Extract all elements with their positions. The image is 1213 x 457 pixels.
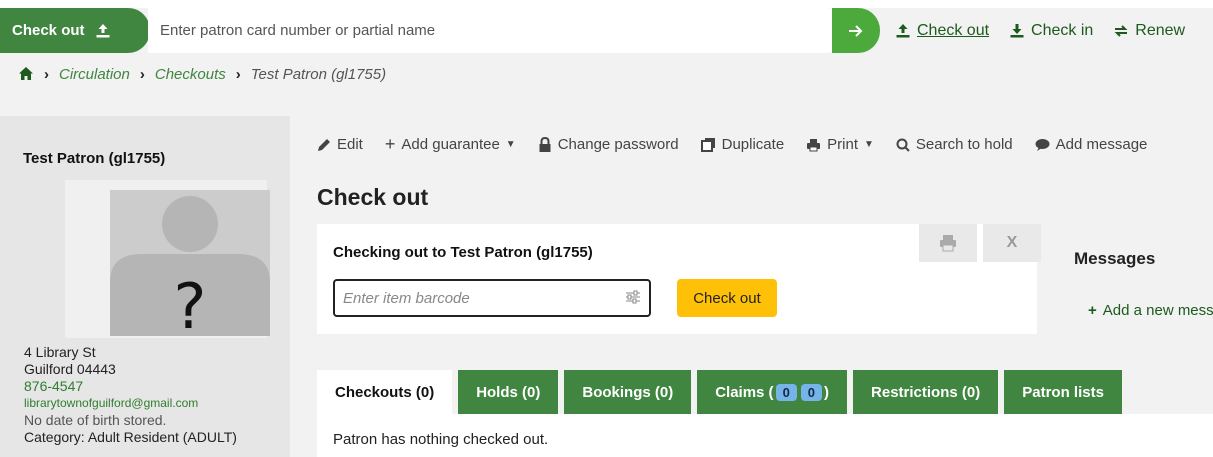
patron-toolbar: Edit + Add guarantee ▼ Change password D… — [317, 134, 1147, 155]
patron-address-block: 4 Library St Guilford 04443 876-4547 lib… — [24, 344, 237, 446]
download-icon — [1010, 23, 1024, 37]
edit-button[interactable]: Edit — [317, 134, 363, 155]
tab-patron-lists[interactable]: Patron lists — [1004, 370, 1122, 414]
add-message-button[interactable]: Add message — [1035, 134, 1148, 155]
caret-down-icon: ▼ — [864, 139, 874, 150]
search-to-hold-label: Search to hold — [915, 136, 1013, 153]
claims-badge-2: 0 — [800, 383, 823, 401]
checkouts-tab-panel: Patron has nothing checked out. — [317, 414, 1213, 457]
upload-icon — [95, 23, 111, 39]
tab-restrictions[interactable]: Restrictions (0) — [853, 370, 999, 414]
patron-dob: No date of birth stored. — [24, 412, 167, 428]
add-guarantee-label: Add guarantee — [401, 136, 500, 153]
duplicate-label: Duplicate — [721, 136, 785, 153]
barcode-field-wrapper — [333, 279, 651, 317]
breadcrumb-circulation[interactable]: Circulation — [59, 66, 130, 83]
checkout-tab-label: Check out — [12, 22, 85, 39]
page-title: Check out — [317, 184, 429, 210]
add-new-message-label: Add a new message — [1102, 302, 1213, 319]
patron-email[interactable]: librarytownofguilford@gmail.com — [24, 395, 237, 412]
breadcrumb-current: Test Patron (gl1755) — [250, 66, 387, 83]
copy-icon — [700, 138, 715, 152]
edit-label: Edit — [337, 136, 363, 153]
header-bar: Check out Check out Check in Renew — [0, 0, 1213, 58]
patron-sidebar: Test Patron (gl1755) ? 4 Library St Guil… — [0, 116, 290, 457]
nav-renew-label: Renew — [1135, 21, 1186, 39]
printer-icon — [940, 235, 956, 252]
comment-icon — [1035, 138, 1050, 151]
checkout-form: Checking out to Test Patron (gl1755) X C… — [317, 224, 1041, 334]
pencil-icon — [318, 138, 330, 151]
main-content: Edit + Add guarantee ▼ Change password D… — [290, 116, 1213, 457]
top-nav: Check out Check in Renew — [895, 8, 1185, 53]
patron-category: Category: Adult Resident (ADULT) — [24, 429, 237, 445]
lock-icon — [539, 137, 551, 152]
search-submit-button[interactable] — [832, 8, 880, 53]
plus-icon: + — [384, 134, 396, 154]
nav-check-in[interactable]: Check in — [1009, 22, 1093, 40]
claims-badge-1: 0 — [775, 383, 797, 401]
patron-search-group: Check out — [0, 8, 880, 53]
checkout-heading: Checking out to Test Patron (gl1755) — [333, 244, 593, 261]
nav-check-out[interactable]: Check out — [895, 22, 989, 40]
nav-check-in-label: Check in — [1031, 21, 1094, 39]
checkout-search-tab[interactable]: Check out — [0, 8, 150, 53]
change-password-button[interactable]: Change password — [538, 134, 679, 155]
add-guarantee-button[interactable]: + Add guarantee ▼ — [385, 134, 516, 155]
add-message-label: Add message — [1055, 136, 1148, 153]
patron-photo-placeholder[interactable]: ? — [110, 190, 270, 343]
patron-search-input[interactable] — [148, 8, 848, 53]
print-menu-button[interactable]: Print ▼ — [806, 134, 874, 155]
item-barcode-input[interactable] — [341, 287, 611, 309]
circulation-tabs: Checkouts (0) Holds (0) Bookings (0) Cla… — [317, 370, 1122, 414]
messages-heading: Messages — [1074, 249, 1156, 268]
print-label: Print — [827, 136, 859, 153]
tab-claims-prefix: Claims ( — [715, 383, 774, 401]
breadcrumb-separator-icon: › — [139, 66, 145, 83]
address-line-1: 4 Library St — [24, 344, 96, 360]
add-new-message-link[interactable]: + Add a new message — [1088, 302, 1213, 319]
tab-claims[interactable]: Claims ( 0 0 ) — [697, 370, 848, 414]
change-password-label: Change password — [557, 136, 679, 153]
tab-bookings[interactable]: Bookings (0) — [564, 370, 692, 414]
nav-renew[interactable]: Renew — [1113, 22, 1185, 40]
breadcrumb-separator-icon: › — [235, 66, 241, 83]
top-strip — [0, 0, 1213, 8]
tab-claims-suffix: ) — [824, 383, 830, 401]
plus-icon: + — [1088, 302, 1097, 319]
breadcrumb-separator-icon: › — [44, 66, 49, 83]
upload-icon — [896, 23, 910, 37]
search-to-hold-button[interactable]: Search to hold — [896, 134, 1013, 155]
nav-check-out-label: Check out — [917, 21, 990, 39]
sliders-icon[interactable] — [625, 289, 641, 310]
tab-holds[interactable]: Holds (0) — [458, 370, 559, 414]
check-out-submit-button[interactable]: Check out — [677, 279, 777, 317]
tab-checkouts[interactable]: Checkouts (0) — [317, 370, 453, 414]
print-slip-button[interactable] — [919, 224, 977, 262]
breadcrumb: › Circulation › Checkouts › Test Patron … — [0, 58, 1213, 116]
address-line-2: Guilford 04443 — [24, 361, 116, 377]
breadcrumb-checkouts[interactable]: Checkouts — [155, 66, 226, 83]
photo-placeholder-text: ? — [174, 270, 207, 336]
renew-icon — [1114, 24, 1128, 37]
printer-icon — [807, 138, 821, 151]
patron-name: Test Patron (gl1755) — [23, 150, 166, 167]
caret-down-icon: ▼ — [505, 139, 516, 150]
close-icon[interactable]: X — [983, 224, 1041, 262]
arrow-right-icon — [849, 24, 863, 37]
avatar-placeholder-icon: ? — [110, 196, 270, 343]
duplicate-button[interactable]: Duplicate — [700, 134, 785, 155]
search-icon — [896, 138, 910, 152]
home-icon[interactable] — [18, 66, 34, 85]
patron-phone[interactable]: 876-4547 — [24, 378, 237, 395]
